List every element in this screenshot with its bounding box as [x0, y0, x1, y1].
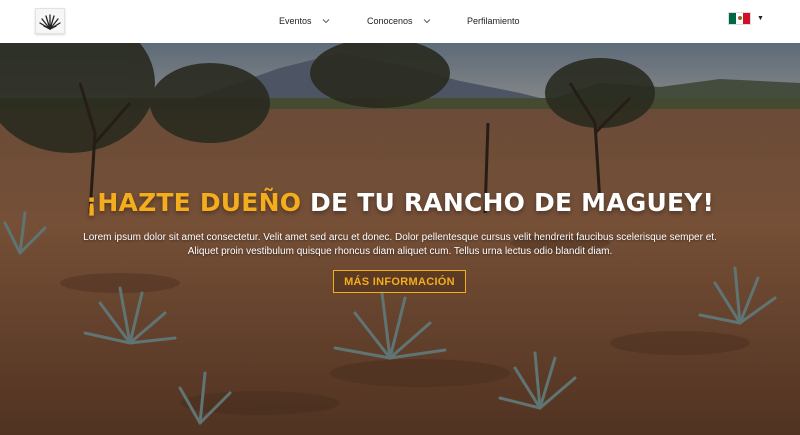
more-info-button[interactable]: MÁS INFORMACIÓN — [333, 270, 466, 293]
headline-accent: ¡HAZTE DUEÑO — [85, 188, 302, 217]
nav-item-conocenos[interactable]: Conocenos — [367, 13, 431, 29]
agave-logo-icon[interactable] — [35, 8, 65, 34]
mexico-flag-icon — [728, 11, 751, 25]
top-navbar: Eventos Conocenos Perfilamiento ▼ — [0, 0, 800, 43]
hero-section: ¡HAZTE DUEÑO DE TU RANCHO DE MAGUEY! Lor… — [0, 43, 800, 435]
nav-item-label: Eventos — [279, 16, 312, 26]
language-selector[interactable]: ▼ — [728, 11, 764, 25]
nav-item-label: Conocenos — [367, 16, 413, 26]
nav-item-eventos[interactable]: Eventos — [279, 13, 330, 29]
headline-rest: DE TU RANCHO DE MAGUEY! — [301, 188, 715, 217]
caret-down-icon: ▼ — [757, 14, 764, 22]
hero-description: Lorem ipsum dolor sit amet consectetur. … — [60, 231, 740, 259]
chevron-down-icon — [423, 19, 430, 24]
hero-headline: ¡HAZTE DUEÑO DE TU RANCHO DE MAGUEY! — [0, 188, 800, 217]
chevron-down-icon — [322, 19, 329, 24]
nav-item-label: Perfilamiento — [467, 16, 520, 26]
nav-item-perfilamiento[interactable]: Perfilamiento — [467, 13, 520, 29]
hero-description-line: Lorem ipsum dolor sit amet consectetur. … — [83, 232, 717, 243]
hero-description-line: Aliquet proin vestibulum quisque rhoncus… — [187, 246, 613, 257]
